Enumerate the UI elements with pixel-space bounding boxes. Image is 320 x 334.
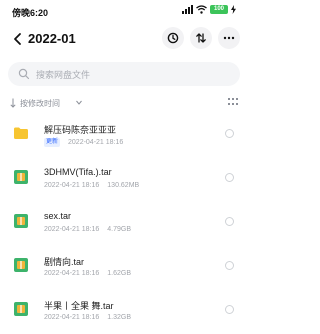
search-input[interactable]: 搜索网盘文件 [36, 68, 90, 81]
arrow-down-icon [10, 98, 16, 108]
status-time: 傍晚6:20 [12, 8, 49, 18]
file-date: 2022-04-21 18:16 [44, 314, 100, 321]
sort-arrows-icon [196, 33, 206, 43]
file-row[interactable]: 3DHMV(Tifa.).tar 2022-04-21 18:16 130.62… [0, 158, 248, 202]
file-row[interactable]: 剧情向.tar 2022-04-21 18:16 1.62GB [0, 246, 248, 290]
file-date: 2022-04-21 18:16 [44, 182, 100, 189]
file-date: 2022-04-21 18:16 [68, 139, 124, 146]
wifi-icon [196, 5, 207, 14]
clock-icon [167, 32, 179, 44]
file-name: 解压码陈奈亚亚亚 [44, 125, 117, 135]
archive-file-icon [14, 302, 28, 316]
file-meta: 更新 2022-04-21 18:16 [44, 138, 123, 147]
file-size: 130.62MB [107, 182, 140, 189]
file-date: 2022-04-21 18:16 [44, 270, 100, 277]
select-checkbox[interactable] [225, 129, 234, 138]
file-row[interactable]: 半果丨全果 舞.tar 2022-04-21 18:16 1.32GB [0, 290, 248, 334]
cellular-signal-icon [182, 5, 193, 14]
chevron-down-icon[interactable] [76, 100, 82, 105]
select-checkbox[interactable] [225, 217, 234, 226]
header: 2022-01 [0, 26, 248, 52]
file-meta: 2022-04-21 18:16 130.62MB [44, 182, 139, 189]
search-icon [18, 68, 30, 80]
status-icons: 100 [182, 5, 236, 14]
page-title: 2022-01 [28, 31, 76, 46]
battery-icon: 100 [210, 5, 228, 14]
more-dots-icon [223, 36, 235, 40]
select-checkbox[interactable] [225, 173, 234, 182]
file-date: 2022-04-21 18:16 [44, 226, 100, 233]
back-button[interactable] [8, 28, 28, 50]
grid-view-icon[interactable] [228, 98, 238, 106]
file-name: 剧情向.tar [44, 257, 85, 267]
select-checkbox[interactable] [225, 261, 234, 270]
status-bar: 傍晚6:20 100 [0, 0, 248, 22]
sort-button[interactable] [190, 27, 212, 49]
archive-file-icon [14, 258, 28, 272]
file-size: 1.32GB [107, 314, 132, 321]
file-size: 1.62GB [107, 270, 132, 277]
file-meta: 2022-04-21 18:16 1.62GB [44, 270, 131, 277]
file-row[interactable]: sex.tar 2022-04-21 18:16 4.79GB [0, 202, 248, 246]
sort-row: 按修改时间 [10, 97, 238, 111]
archive-file-icon [14, 170, 28, 184]
file-meta: 2022-04-21 18:16 4.79GB [44, 226, 131, 233]
chevron-left-icon [14, 33, 21, 45]
file-list: 解压码陈奈亚亚亚 更新 2022-04-21 18:16 3DHMV(Tifa.… [0, 114, 248, 334]
sort-label[interactable]: 按修改时间 [20, 98, 60, 109]
file-name: sex.tar [44, 211, 72, 221]
archive-file-icon [14, 214, 28, 228]
history-button[interactable] [162, 27, 184, 49]
file-row[interactable]: 解压码陈奈亚亚亚 更新 2022-04-21 18:16 [0, 114, 248, 158]
search-bar[interactable]: 搜索网盘文件 [8, 62, 240, 86]
select-checkbox[interactable] [225, 305, 234, 314]
file-name: 3DHMV(Tifa.).tar [44, 167, 112, 177]
update-badge: 更新 [44, 138, 61, 147]
file-size: 4.79GB [107, 226, 132, 233]
file-meta: 2022-04-21 18:16 1.32GB [44, 314, 131, 321]
more-button[interactable] [218, 27, 240, 49]
folder-icon [14, 127, 28, 139]
charging-icon [231, 5, 236, 14]
file-name: 半果丨全果 舞.tar [44, 301, 114, 311]
